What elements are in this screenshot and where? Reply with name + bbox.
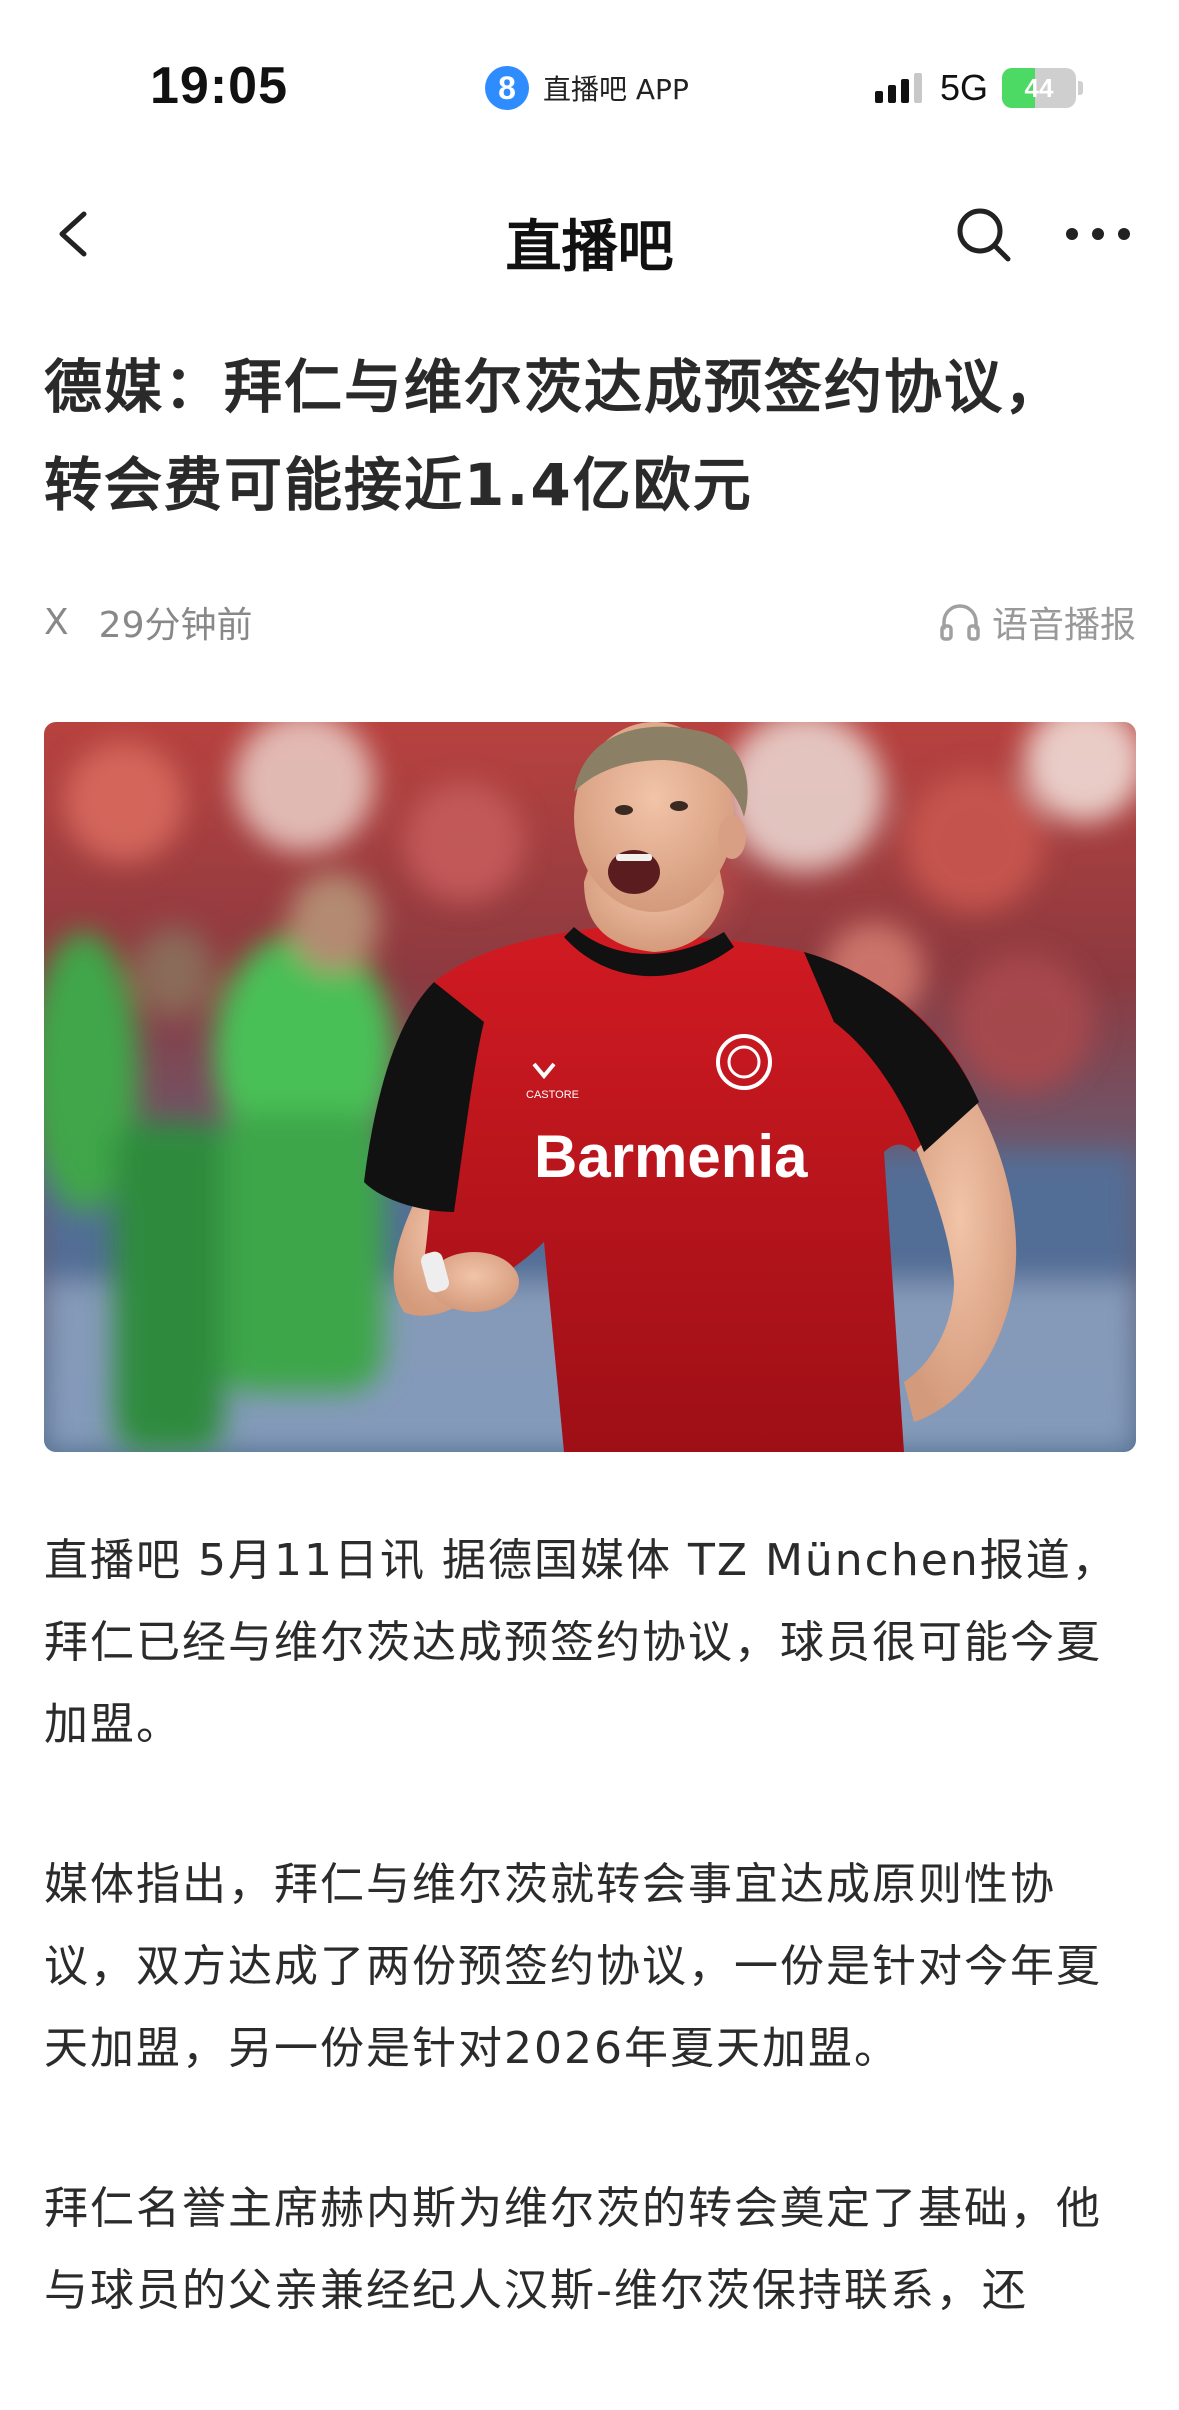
search-button[interactable] <box>948 198 1018 268</box>
article-body: 直播吧 5月11日讯 据德国媒体 TZ München报道，拜仁已经与维尔茨达成… <box>44 1520 1136 2410</box>
headphones-icon <box>940 604 980 641</box>
article-title: 德媒：拜仁与维尔茨达成预签约协议， 转会费可能接近1.4亿欧元 <box>44 338 1144 534</box>
status-app-indicator[interactable]: 8 直播吧 APP <box>485 64 689 112</box>
article-paragraph: 直播吧 5月11日讯 据德国媒体 TZ München报道，拜仁已经与维尔茨达成… <box>44 1535 1118 1750</box>
player-photo: CASTORE Barmenia <box>44 722 1136 1452</box>
article-paragraph: 媒体指出，拜仁与维尔茨就转会事宜达成原则性协议，双方达成了两份预签约协议，一份是… <box>44 1859 1102 2074</box>
article-title-line: 德媒：拜仁与维尔茨达成预签约协议， <box>44 353 1065 421</box>
signal-bar <box>913 73 922 103</box>
article-source[interactable]: X <box>44 602 69 643</box>
more-horizontal-icon <box>1066 228 1130 240</box>
battery-level: 44 <box>1024 72 1054 103</box>
article-paragraph: 拜仁名誉主席赫内斯为维尔茨的转会奠定了基础，他与球员的父亲兼经纪人汉斯-维尔茨保… <box>44 2183 1102 2316</box>
kit-brand-text: CASTORE <box>526 1089 579 1101</box>
status-right: 5G 44 <box>874 66 1083 110</box>
article-meta: X 29分钟前 语音播报 <box>44 592 1136 652</box>
tts-label: 语音播报 <box>991 605 1136 646</box>
article-title-line: 转会费可能接近1.4亿欧元 <box>44 451 753 519</box>
signal-bar <box>887 85 896 103</box>
signal-bar <box>874 91 883 103</box>
battery-icon: 44 <box>1002 68 1076 108</box>
search-icon <box>957 208 1011 262</box>
jersey-sponsor-text: Barmenia <box>534 1123 808 1190</box>
battery-tip <box>1078 81 1083 95</box>
signal-icon <box>874 73 922 103</box>
more-button[interactable] <box>1058 198 1138 268</box>
signal-bar <box>900 79 909 103</box>
tts-button[interactable]: 语音播报 <box>938 596 1136 648</box>
status-bar: 19:05 8 直播吧 APP 5G 44 <box>0 0 1179 180</box>
article-hero-image[interactable]: CASTORE Barmenia <box>44 722 1136 1452</box>
article-time: 29分钟前 <box>98 605 253 646</box>
network-type: 5G <box>939 67 988 108</box>
app-logo-icon: 8 <box>485 66 529 110</box>
status-time: 19:05 <box>150 57 288 115</box>
app-name: 直播吧 APP <box>543 73 689 106</box>
nav-bar: 直播吧 <box>0 180 1179 290</box>
